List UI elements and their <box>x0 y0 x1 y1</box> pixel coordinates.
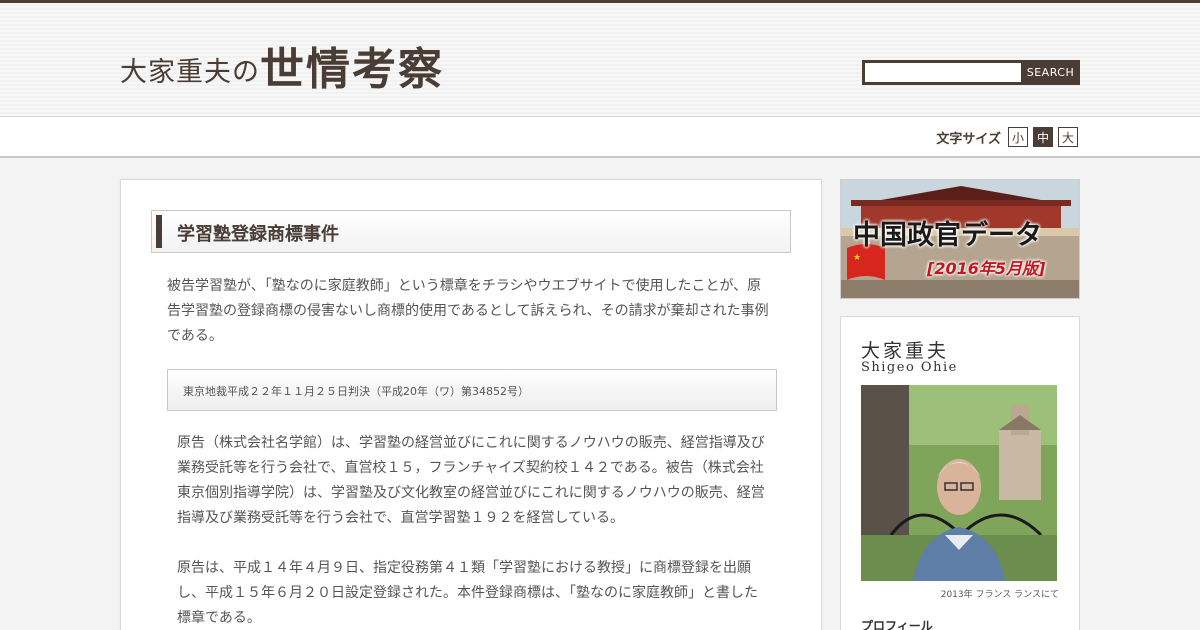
profile-name-roman: Shigeo Ohie <box>861 360 958 375</box>
font-size-small-button[interactable]: 小 <box>1008 127 1028 147</box>
logo-title: 世情考察 <box>260 44 444 95</box>
font-size-bar: 文字サイズ 小 中 大 <box>0 116 1200 158</box>
logo-prefix: 大家重夫の <box>120 57 260 88</box>
font-size-large-button[interactable]: 大 <box>1058 127 1078 147</box>
china-data-banner[interactable]: ★ 中国政官データ [2016年5月版] <box>840 179 1080 299</box>
title-accent-bar <box>156 215 162 248</box>
profile-name: 大家重夫 <box>861 340 950 362</box>
search-form: SEARCH <box>862 60 1080 85</box>
font-size-control: 文字サイズ 小 中 大 <box>936 127 1078 147</box>
search-input[interactable] <box>862 60 1021 85</box>
post-paragraph: 原告は、平成１４年４月９日、指定役務第４１類「学習塾における教授」に商標登録を出… <box>177 560 758 626</box>
profile-photo <box>861 385 1057 581</box>
font-size-label: 文字サイズ <box>936 131 1001 147</box>
post-paragraph: 原告（株式会社名学館）は、学習塾の経営並びにこれに関するノウハウの販売、経営指導… <box>177 435 765 526</box>
post-title-box: 学習塾登録商標事件 <box>151 210 791 253</box>
banner-title: 中国政官データ <box>853 220 1042 251</box>
search-button[interactable]: SEARCH <box>1021 60 1080 85</box>
article-panel: 学習塾登録商標事件 被告学習塾が、「塾なのに家庭教師」という標章をチラシやウエブ… <box>120 179 822 630</box>
site-header: 大家重夫の世情考察 SEARCH <box>0 3 1200 116</box>
citation-text: 東京地裁平成２２年１１月２５日判決（平成20年（ワ）第34852号） <box>183 385 529 398</box>
font-size-medium-button[interactable]: 中 <box>1033 127 1053 147</box>
post-lead: 被告学習塾が、「塾なのに家庭教師」という標章をチラシやウエブサイトで使用したこと… <box>167 278 769 344</box>
site-logo[interactable]: 大家重夫の世情考察 <box>120 33 444 95</box>
citation-box: 東京地裁平成２２年１１月２５日判決（平成20年（ワ）第34852号） <box>167 369 777 411</box>
post-body: 原告（株式会社名学館）は、学習塾の経営並びにこれに関するノウハウの販売、経営指導… <box>177 431 769 630</box>
svg-text:★: ★ <box>853 253 861 263</box>
profile-section-title: プロフィール <box>861 619 933 630</box>
post-title: 学習塾登録商標事件 <box>177 224 339 245</box>
banner-subtitle: [2016年5月版] <box>927 259 1046 278</box>
profile-panel: 大家重夫 Shigeo Ohie 2013年 フランス ランスにて プロフィール <box>840 316 1080 630</box>
profile-photo-caption: 2013年 フランス ランスにて <box>940 590 1059 600</box>
